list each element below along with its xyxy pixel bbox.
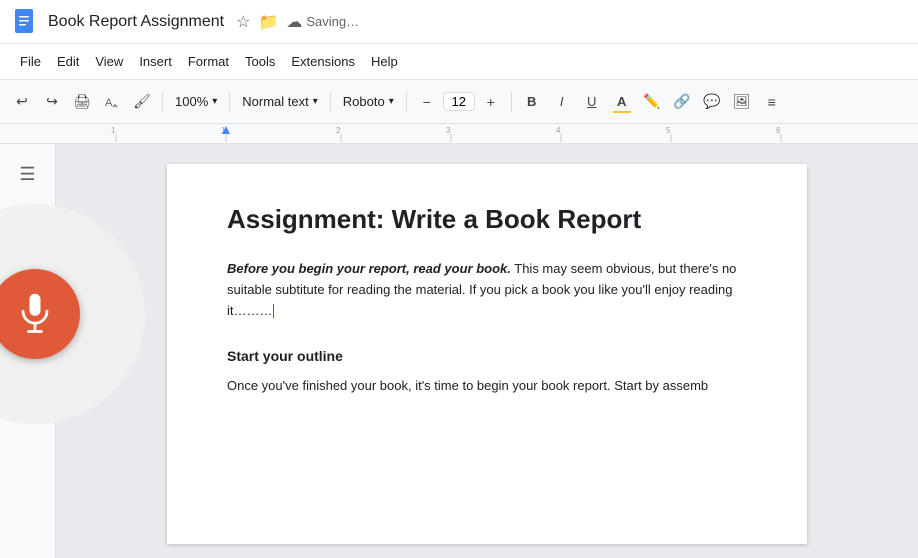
title-icons: ☆ 📁 ☁ xyxy=(236,12,302,32)
more-options-button[interactable]: ≡ xyxy=(758,88,786,116)
section2-body: Once you've finished your book, it's tim… xyxy=(227,376,747,397)
svg-text:5: 5 xyxy=(666,126,671,135)
link-button[interactable]: 🔗 xyxy=(668,88,696,116)
paint-format-button[interactable]: 🖌 xyxy=(128,88,156,116)
bold-button[interactable]: B xyxy=(518,88,546,116)
ruler: 1 1 2 3 4 5 6 xyxy=(0,124,918,144)
document-title: Book Report Assignment xyxy=(48,13,224,31)
image-button[interactable]: 🖼 xyxy=(728,88,756,116)
toolbar: ↩ ↪ 🖨 A 🖌 100% ▾ Normal text ▾ Roboto ▾ … xyxy=(0,80,918,124)
menu-edit[interactable]: Edit xyxy=(49,50,87,73)
paragraph-style-dropdown[interactable]: Normal text ▾ xyxy=(236,88,324,116)
italic-button[interactable]: I xyxy=(548,88,576,116)
folder-icon[interactable]: 📁 xyxy=(258,12,278,32)
separator-5 xyxy=(511,92,512,112)
document-area: Assignment: Write a Book Report Before y… xyxy=(56,144,918,558)
menu-insert[interactable]: Insert xyxy=(131,50,180,73)
outline-icon[interactable]: ☰ xyxy=(19,164,35,185)
doc-icon xyxy=(12,8,40,36)
svg-text:4: 4 xyxy=(556,126,561,135)
print-button[interactable]: 🖨 xyxy=(68,88,96,116)
separator-2 xyxy=(229,92,230,112)
highlight-button[interactable]: ✏️ xyxy=(638,88,666,116)
underline-button[interactable]: U xyxy=(578,88,606,116)
separator-1 xyxy=(162,92,163,112)
sidebar: ☰ xyxy=(0,144,56,558)
font-family-arrow: ▾ xyxy=(389,96,394,107)
font-size-increase-button[interactable]: + xyxy=(477,88,505,116)
font-size-decrease-button[interactable]: − xyxy=(413,88,441,116)
document-heading: Assignment: Write a Book Report xyxy=(227,204,747,235)
font-size-input[interactable] xyxy=(443,92,475,111)
para-style-arrow: ▾ xyxy=(313,96,318,107)
spell-check-button[interactable]: A xyxy=(98,88,126,116)
separator-3 xyxy=(330,92,331,112)
text-color-button[interactable]: A xyxy=(608,88,636,116)
menu-help[interactable]: Help xyxy=(363,50,406,73)
svg-text:2: 2 xyxy=(336,126,341,135)
svg-text:6: 6 xyxy=(776,126,781,135)
redo-button[interactable]: ↪ xyxy=(38,88,66,116)
svg-text:A: A xyxy=(105,97,113,109)
star-icon[interactable]: ☆ xyxy=(236,12,250,32)
menu-file[interactable]: File xyxy=(12,50,49,73)
voice-input-button[interactable] xyxy=(0,269,80,359)
menu-view[interactable]: View xyxy=(87,50,131,73)
zoom-arrow: ▾ xyxy=(212,96,217,107)
separator-4 xyxy=(406,92,407,112)
mic-icon xyxy=(16,291,54,337)
document-body[interactable]: Before you begin your report, read your … xyxy=(227,259,747,397)
menu-tools[interactable]: Tools xyxy=(237,50,283,73)
zoom-dropdown[interactable]: 100% ▾ xyxy=(169,88,223,116)
paragraph1-bold: Before you begin your report, read your … xyxy=(227,261,511,276)
svg-text:3: 3 xyxy=(446,126,451,135)
ruler-content: 1 1 2 3 4 5 6 xyxy=(56,124,918,143)
menu-extensions[interactable]: Extensions xyxy=(283,50,363,73)
text-cursor xyxy=(273,304,274,318)
undo-button[interactable]: ↩ xyxy=(8,88,36,116)
menu-bar: File Edit View Insert Format Tools Exten… xyxy=(0,44,918,80)
cloud-icon[interactable]: ☁ xyxy=(286,12,302,32)
comment-button[interactable]: 💬 xyxy=(698,88,726,116)
font-family-dropdown[interactable]: Roboto ▾ xyxy=(337,88,400,116)
menu-format[interactable]: Format xyxy=(180,50,237,73)
title-bar: Book Report Assignment ☆ 📁 ☁ Saving… xyxy=(0,0,918,44)
svg-text:1: 1 xyxy=(111,126,116,135)
document-page: Assignment: Write a Book Report Before y… xyxy=(167,164,807,544)
saving-status: Saving… xyxy=(306,14,359,29)
section2-title: Start your outline xyxy=(227,345,747,367)
